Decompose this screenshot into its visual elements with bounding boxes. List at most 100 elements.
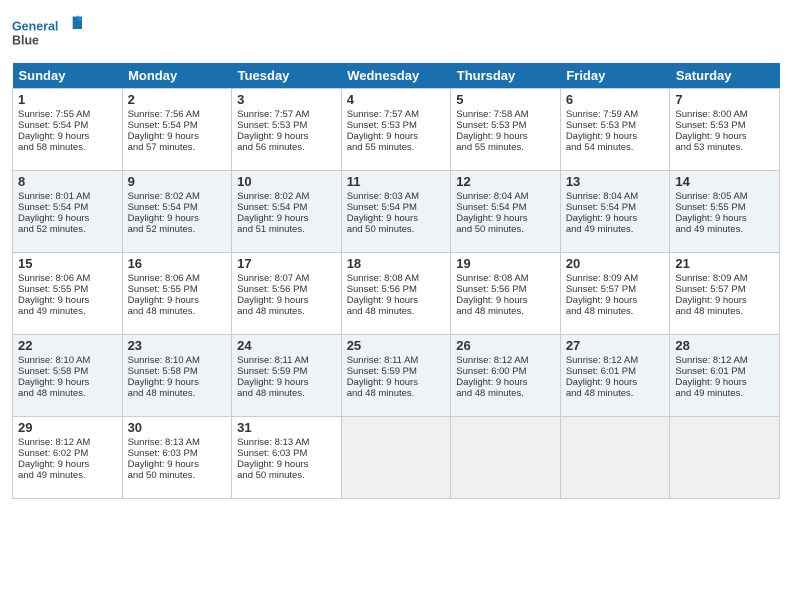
day-number: 9 (128, 174, 227, 189)
calendar-cell: 11 Sunrise: 8:03 AMSunset: 5:54 PMDayligh… (341, 171, 451, 253)
day-number: 6 (566, 92, 665, 107)
calendar-cell: 1 Sunrise: 7:55 AMSunset: 5:54 PMDaylight… (13, 89, 123, 171)
day-number: 11 (347, 174, 446, 189)
col-thursday: Thursday (451, 63, 561, 89)
calendar-cell: 19 Sunrise: 8:08 AMSunset: 5:56 PMDayligh… (451, 253, 561, 335)
calendar-cell: 25 Sunrise: 8:11 AMSunset: 5:59 PMDayligh… (341, 335, 451, 417)
day-number: 24 (237, 338, 336, 353)
calendar-cell: 24Sunrise: 8:11 AMSunset: 5:59 PMDayligh… (232, 335, 342, 417)
day-number: 20 (566, 256, 665, 271)
day-info: Sunrise: 8:04 AMSunset: 5:54 PMDaylight:… (566, 191, 638, 235)
calendar-cell: 14 Sunrise: 8:05 AMSunset: 5:55 PMDayligh… (670, 171, 780, 253)
day-info: Sunrise: 8:00 AMSunset: 5:53 PMDaylight:… (675, 109, 747, 153)
svg-text:Blue: Blue (12, 34, 39, 48)
calendar-cell: 3 Sunrise: 7:57 AMSunset: 5:53 PMDaylight… (232, 89, 342, 171)
day-info: Sunrise: 8:09 AMSunset: 5:57 PMDaylight:… (566, 273, 638, 317)
calendar-cell: 21 Sunrise: 8:09 AMSunset: 5:57 PMDayligh… (670, 253, 780, 335)
day-info: Sunrise: 8:11 AMSunset: 5:59 PMDaylight:… (347, 355, 419, 399)
day-number: 28 (675, 338, 774, 353)
calendar-cell: 27 Sunrise: 8:12 AMSunset: 6:01 PMDayligh… (560, 335, 670, 417)
calendar-container: General Blue Sunday Monday Tuesday Wedne… (0, 0, 792, 612)
day-info: Sunrise: 8:13 AMSunset: 6:03 PMDaylight:… (128, 437, 200, 481)
calendar-cell: 7Sunrise: 8:00 AMSunset: 5:53 PMDaylight… (670, 89, 780, 171)
day-number: 18 (347, 256, 446, 271)
calendar-cell (451, 417, 561, 499)
col-friday: Friday (560, 63, 670, 89)
calendar-cell: 18 Sunrise: 8:08 AMSunset: 5:56 PMDayligh… (341, 253, 451, 335)
calendar-cell: 29 Sunrise: 8:12 AMSunset: 6:02 PMDayligh… (13, 417, 123, 499)
day-number: 30 (128, 420, 227, 435)
calendar-cell: 4Sunrise: 7:57 AMSunset: 5:53 PMDaylight… (341, 89, 451, 171)
day-info: Sunrise: 8:08 AMSunset: 5:56 PMDaylight:… (347, 273, 419, 317)
logo: General Blue (12, 10, 82, 55)
day-info: Sunrise: 8:12 AMSunset: 6:01 PMDaylight:… (566, 355, 638, 399)
day-number: 25 (347, 338, 446, 353)
day-info: Sunrise: 8:09 AMSunset: 5:57 PMDaylight:… (675, 273, 747, 317)
col-saturday: Saturday (670, 63, 780, 89)
day-info: Sunrise: 8:08 AMSunset: 5:56 PMDaylight:… (456, 273, 528, 317)
day-info: Sunrise: 8:12 AMSunset: 6:00 PMDaylight:… (456, 355, 528, 399)
day-number: 2 (128, 92, 227, 107)
calendar-cell: 20 Sunrise: 8:09 AMSunset: 5:57 PMDayligh… (560, 253, 670, 335)
day-info: Sunrise: 8:04 AMSunset: 5:54 PMDaylight:… (456, 191, 528, 235)
calendar-cell: 6 Sunrise: 7:59 AMSunset: 5:53 PMDaylight… (560, 89, 670, 171)
day-number: 22 (18, 338, 117, 353)
week-row: 15 Sunrise: 8:06 AMSunset: 5:55 PMDayligh… (13, 253, 780, 335)
calendar-cell: 28 Sunrise: 8:12 AMSunset: 6:01 PMDayligh… (670, 335, 780, 417)
day-number: 17 (237, 256, 336, 271)
day-number: 14 (675, 174, 774, 189)
day-info: Sunrise: 8:02 AMSunset: 5:54 PMDaylight:… (237, 191, 309, 235)
day-number: 5 (456, 92, 555, 107)
calendar-table: Sunday Monday Tuesday Wednesday Thursday… (12, 63, 780, 499)
week-row: 29 Sunrise: 8:12 AMSunset: 6:02 PMDayligh… (13, 417, 780, 499)
calendar-cell (341, 417, 451, 499)
col-tuesday: Tuesday (232, 63, 342, 89)
day-number: 29 (18, 420, 117, 435)
calendar-cell (560, 417, 670, 499)
day-number: 13 (566, 174, 665, 189)
calendar-cell: 15 Sunrise: 8:06 AMSunset: 5:55 PMDayligh… (13, 253, 123, 335)
day-info: Sunrise: 8:03 AMSunset: 5:54 PMDaylight:… (347, 191, 419, 235)
day-info: Sunrise: 8:05 AMSunset: 5:55 PMDaylight:… (675, 191, 747, 235)
calendar-cell: 22Sunrise: 8:10 AMSunset: 5:58 PMDayligh… (13, 335, 123, 417)
calendar-cell: 31 Sunrise: 8:13 AMSunset: 6:03 PMDayligh… (232, 417, 342, 499)
calendar-cell: 10 Sunrise: 8:02 AMSunset: 5:54 PMDayligh… (232, 171, 342, 253)
calendar-cell: 2 Sunrise: 7:56 AMSunset: 5:54 PMDaylight… (122, 89, 232, 171)
day-info: Sunrise: 8:06 AMSunset: 5:55 PMDaylight:… (128, 273, 200, 317)
day-number: 27 (566, 338, 665, 353)
day-number: 3 (237, 92, 336, 107)
day-number: 19 (456, 256, 555, 271)
calendar-cell: 5 Sunrise: 7:58 AMSunset: 5:53 PMDaylight… (451, 89, 561, 171)
day-info: Sunrise: 7:56 AMSunset: 5:54 PMDaylight:… (128, 109, 200, 153)
day-number: 1 (18, 92, 117, 107)
calendar-cell: 23Sunrise: 8:10 AMSunset: 5:58 PMDayligh… (122, 335, 232, 417)
day-info: Sunrise: 8:06 AMSunset: 5:55 PMDaylight:… (18, 273, 90, 317)
day-info: Sunrise: 8:12 AMSunset: 6:02 PMDaylight:… (18, 437, 90, 481)
calendar-cell: 12Sunrise: 8:04 AMSunset: 5:54 PMDayligh… (451, 171, 561, 253)
col-wednesday: Wednesday (341, 63, 451, 89)
col-monday: Monday (122, 63, 232, 89)
day-number: 8 (18, 174, 117, 189)
calendar-cell: 16Sunrise: 8:06 AMSunset: 5:55 PMDayligh… (122, 253, 232, 335)
calendar-cell (670, 417, 780, 499)
day-number: 21 (675, 256, 774, 271)
calendar-cell: 26Sunrise: 8:12 AMSunset: 6:00 PMDayligh… (451, 335, 561, 417)
day-number: 31 (237, 420, 336, 435)
week-row: 22Sunrise: 8:10 AMSunset: 5:58 PMDayligh… (13, 335, 780, 417)
calendar-cell: 13 Sunrise: 8:04 AMSunset: 5:54 PMDayligh… (560, 171, 670, 253)
day-info: Sunrise: 8:07 AMSunset: 5:56 PMDaylight:… (237, 273, 309, 317)
day-info: Sunrise: 7:59 AMSunset: 5:53 PMDaylight:… (566, 109, 638, 153)
day-info: Sunrise: 7:58 AMSunset: 5:53 PMDaylight:… (456, 109, 528, 153)
day-info: Sunrise: 7:57 AMSunset: 5:53 PMDaylight:… (237, 109, 309, 153)
calendar-cell: 8Sunrise: 8:01 AMSunset: 5:54 PMDaylight… (13, 171, 123, 253)
week-row: 1 Sunrise: 7:55 AMSunset: 5:54 PMDaylight… (13, 89, 780, 171)
day-info: Sunrise: 8:12 AMSunset: 6:01 PMDaylight:… (675, 355, 747, 399)
svg-text:General: General (12, 20, 58, 34)
col-sunday: Sunday (13, 63, 123, 89)
day-info: Sunrise: 8:02 AMSunset: 5:54 PMDaylight:… (128, 191, 200, 235)
day-info: Sunrise: 7:55 AMSunset: 5:54 PMDaylight:… (18, 109, 90, 153)
header-row: Sunday Monday Tuesday Wednesday Thursday… (13, 63, 780, 89)
day-info: Sunrise: 8:13 AMSunset: 6:03 PMDaylight:… (237, 437, 309, 481)
day-number: 15 (18, 256, 117, 271)
day-number: 10 (237, 174, 336, 189)
